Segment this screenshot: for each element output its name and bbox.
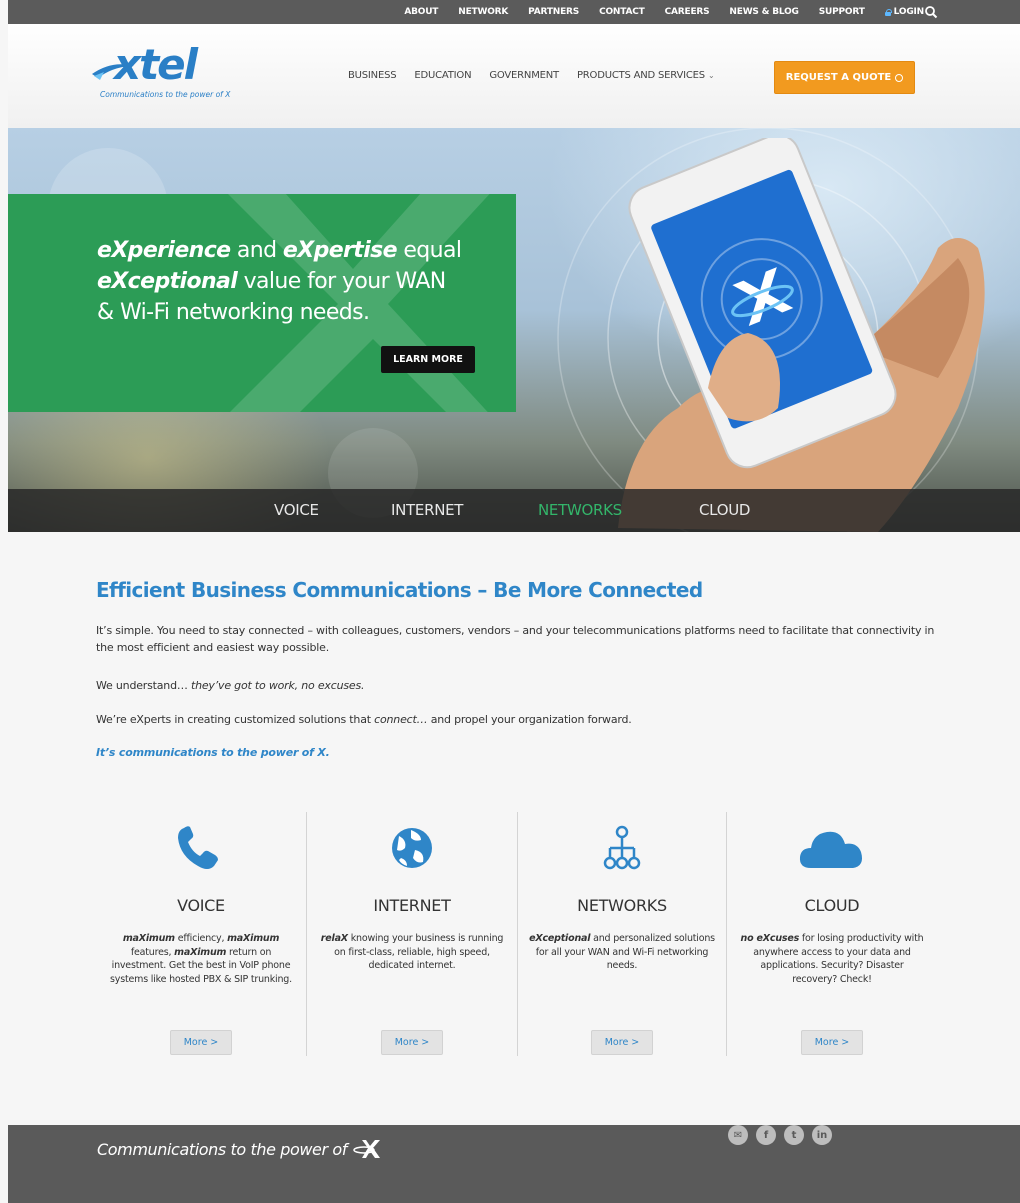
feature-description: relaX knowing your business is running o… bbox=[317, 932, 507, 973]
feature-voice: VOICE maXimum efficiency, maXimum featur… bbox=[96, 812, 306, 1056]
lock-icon bbox=[884, 8, 892, 16]
feature-text: knowing your business is running on firs… bbox=[334, 933, 504, 971]
feature-title: NETWORKS bbox=[577, 896, 667, 915]
hero-headline-line3: & Wi-Fi networking needs. bbox=[97, 300, 370, 325]
phone-icon bbox=[178, 826, 218, 869]
feature-emphasis: maXimum bbox=[174, 946, 227, 958]
feature-emphasis: maXimum bbox=[227, 933, 280, 944]
request-quote-label: REQUEST A QUOTE bbox=[785, 72, 892, 83]
login-label: LOGIN bbox=[893, 7, 925, 17]
feature-title: INTERNET bbox=[373, 896, 451, 915]
globe-icon bbox=[392, 828, 432, 868]
nav-education[interactable]: EDUCATION bbox=[414, 70, 471, 81]
circle-arrow-icon bbox=[895, 73, 904, 82]
twitter-icon[interactable]: t bbox=[784, 1125, 804, 1145]
service-tabs: VOICE INTERNET NETWORKS CLOUD bbox=[8, 489, 1020, 532]
feature-text: features, bbox=[130, 946, 175, 958]
hero-headline-line2: eXceptional value for your WAN bbox=[97, 269, 446, 294]
feature-description: eXceptional and personalized solutions f… bbox=[527, 932, 717, 973]
feature-description: maXimum efficiency, maXimum features, ma… bbox=[106, 932, 296, 986]
footer-tagline: Communications to the power of bbox=[97, 1139, 383, 1159]
tab-cloud[interactable]: CLOUD bbox=[699, 501, 750, 519]
intro-text: We understand… bbox=[96, 679, 191, 692]
intro-text: We’re eXperts in creating customized sol… bbox=[96, 713, 375, 726]
x-logo-icon bbox=[353, 1140, 380, 1158]
intro-italic: they’ve got to work, no excuses. bbox=[190, 679, 365, 692]
utility-bar: ABOUT NETWORK PARTNERS CONTACT CAREERS N… bbox=[8, 0, 1020, 24]
email-icon[interactable]: ✉ bbox=[728, 1125, 748, 1145]
utility-link-careers[interactable]: CAREERS bbox=[665, 7, 710, 17]
networks-more-button[interactable]: More > bbox=[591, 1030, 653, 1055]
feature-description: no eXcuses for losing productivity with … bbox=[737, 932, 927, 986]
logo-tagline: Communications to the power of X bbox=[100, 90, 231, 99]
feature-emphasis: relaX bbox=[320, 933, 348, 944]
network-icon bbox=[603, 825, 641, 870]
search-icon[interactable] bbox=[924, 5, 938, 19]
feature-internet: INTERNET relaX knowing your business is … bbox=[307, 812, 517, 1056]
login-link[interactable]: LOGIN bbox=[884, 7, 925, 17]
hero-emphasis: eXperience bbox=[97, 238, 231, 263]
feature-emphasis: eXceptional bbox=[529, 933, 591, 944]
linkedin-icon[interactable]: in bbox=[812, 1125, 832, 1145]
hero-emphasis: eXpertise bbox=[282, 238, 398, 263]
xtel-logo[interactable]: xtel Communications to the power of X bbox=[90, 40, 310, 126]
utility-link-contact[interactable]: CONTACT bbox=[599, 7, 645, 17]
request-quote-button[interactable]: REQUEST A QUOTE bbox=[774, 61, 915, 94]
hero-text: and bbox=[230, 238, 283, 263]
hero-banner: eXperience and eXpertise equal eXception… bbox=[8, 128, 1020, 532]
tab-voice[interactable]: VOICE bbox=[274, 501, 319, 519]
feature-title: VOICE bbox=[177, 896, 225, 915]
social-links: ✉ f t in bbox=[728, 1125, 868, 1147]
cloud-icon bbox=[799, 831, 862, 868]
hero-text: equal bbox=[396, 238, 462, 263]
utility-link-about[interactable]: ABOUT bbox=[404, 7, 438, 17]
intro-text: and propel your organization forward. bbox=[427, 713, 632, 726]
feature-emphasis: no eXcuses bbox=[740, 933, 800, 944]
utility-link-network[interactable]: NETWORK bbox=[458, 7, 508, 17]
nav-government[interactable]: GOVERNMENT bbox=[489, 70, 559, 81]
intro-paragraph-3: We’re eXperts in creating customized sol… bbox=[96, 711, 936, 728]
hero-message-panel: eXperience and eXpertise equal eXception… bbox=[8, 194, 516, 412]
hero-text: value for your WAN bbox=[237, 269, 447, 294]
utility-nav: ABOUT NETWORK PARTNERS CONTACT CAREERS N… bbox=[404, 0, 924, 24]
site-header: xtel Communications to the power of X BU… bbox=[8, 24, 1020, 128]
intro-italic: connect… bbox=[374, 713, 428, 726]
internet-more-button[interactable]: More > bbox=[381, 1030, 443, 1055]
chevron-down-icon: ⌄ bbox=[707, 71, 715, 80]
hero-headline-line1: eXperience and eXpertise equal bbox=[97, 238, 462, 263]
feature-title: CLOUD bbox=[804, 896, 860, 915]
learn-more-button[interactable]: LEARN MORE bbox=[381, 346, 475, 373]
utility-link-partners[interactable]: PARTNERS bbox=[528, 7, 579, 17]
feature-emphasis: maXimum bbox=[122, 933, 175, 944]
footer-tagline-text: Communications to the power of bbox=[97, 1139, 347, 1159]
nav-business[interactable]: BUSINESS bbox=[348, 70, 397, 81]
cloud-more-button[interactable]: More > bbox=[801, 1030, 863, 1055]
hand-holding-phone-graphic bbox=[618, 138, 985, 532]
utility-link-news-blog[interactable]: NEWS & BLOG bbox=[729, 7, 799, 17]
site-footer: Communications to the power of ✉ f t in bbox=[8, 1125, 1020, 1203]
feature-networks: NETWORKS eXceptional and personalized so… bbox=[517, 812, 727, 1056]
intro-paragraph-2: We understand… they’ve got to work, no e… bbox=[96, 677, 936, 694]
nav-products-label: PRODUCTS AND SERVICES bbox=[576, 70, 705, 81]
main-nav: BUSINESS EDUCATION GOVERNMENT PRODUCTS A… bbox=[348, 70, 715, 81]
tab-internet[interactable]: INTERNET bbox=[391, 501, 463, 519]
feature-cloud: CLOUD no eXcuses for losing productivity… bbox=[727, 812, 937, 1056]
nav-products-and-services[interactable]: PRODUCTS AND SERVICES ⌄ bbox=[577, 70, 715, 81]
voice-more-button[interactable]: More > bbox=[170, 1030, 232, 1055]
utility-link-support[interactable]: SUPPORT bbox=[819, 7, 865, 17]
logo-wordmark: xtel bbox=[114, 40, 198, 89]
intro-title: Efficient Business Communications – Be M… bbox=[96, 578, 703, 602]
intro-tagline: It’s communications to the power of X. bbox=[96, 746, 330, 759]
hero-emphasis: eXceptional bbox=[97, 269, 238, 294]
intro-paragraph-1: It’s simple. You need to stay connected … bbox=[96, 624, 935, 654]
facebook-icon[interactable]: f bbox=[756, 1125, 776, 1145]
feature-text: efficiency, bbox=[174, 933, 228, 944]
tab-networks[interactable]: NETWORKS bbox=[538, 501, 622, 519]
